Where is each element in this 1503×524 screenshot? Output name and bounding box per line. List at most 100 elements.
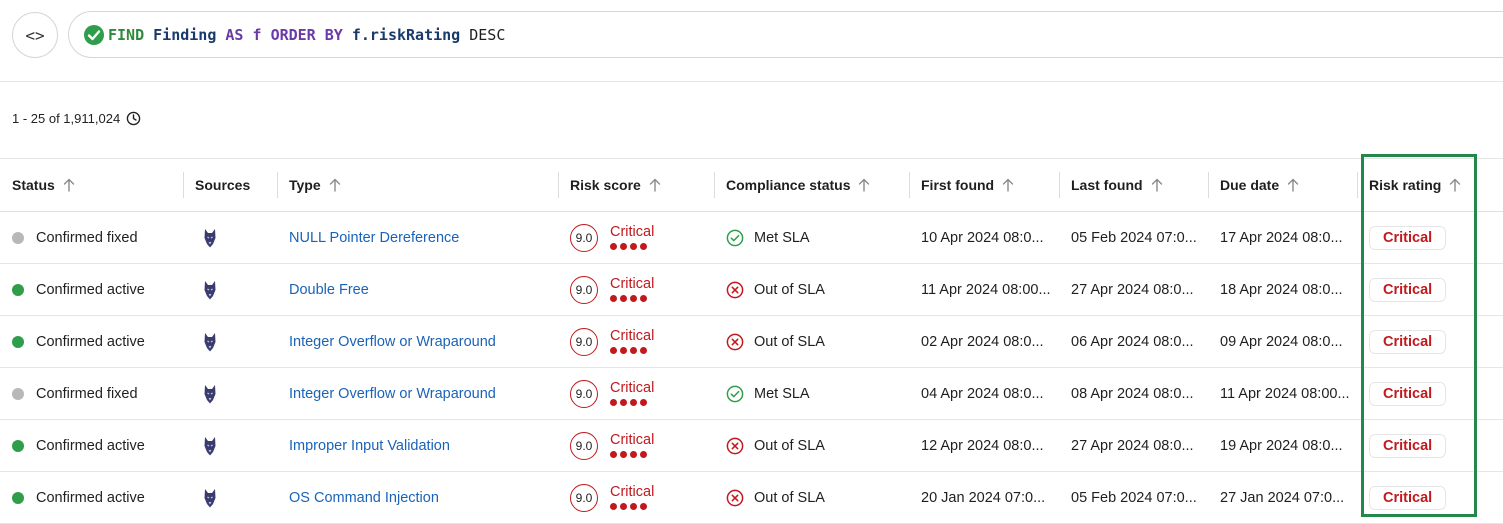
- wolf-head-icon[interactable]: [203, 435, 217, 457]
- risk-score-severity: Critical: [610, 381, 654, 406]
- column-header-last_found[interactable]: Last found: [1059, 159, 1208, 212]
- sources-cell: [183, 420, 277, 472]
- severity-dot: [610, 398, 617, 406]
- risk-score-value: 9.0: [570, 327, 598, 356]
- severity-dot: [610, 502, 617, 510]
- column-header-content: Risk score: [570, 177, 661, 193]
- column-divider[interactable]: [277, 172, 278, 198]
- risk-score-severity: Critical: [610, 433, 654, 458]
- column-header-compliance[interactable]: Compliance status: [714, 159, 909, 212]
- first-found-cell: 11 Apr 2024 08:00...: [909, 264, 1059, 316]
- query-input[interactable]: FIND Finding AS f ORDER BY f.riskRating …: [68, 11, 1503, 58]
- sort-arrow-up-icon[interactable]: [1151, 178, 1163, 192]
- column-header-content: Compliance status: [726, 177, 870, 193]
- check-circle-icon: [726, 229, 744, 246]
- risk-rating-cell: Critical: [1357, 368, 1503, 420]
- finding-type-link[interactable]: Double Free: [289, 282, 369, 298]
- first-found-cell: 02 Apr 2024 08:0...: [909, 316, 1059, 368]
- status-dot-icon: [12, 283, 24, 296]
- status-content: Confirmed active: [12, 334, 183, 350]
- table-row[interactable]: Confirmed active Double Free 9.0 Critical Ou…: [0, 264, 1503, 316]
- compliance-cell: Out of SLA: [714, 316, 909, 368]
- table-row[interactable]: Confirmed active Improper Input Validatio…: [0, 420, 1503, 472]
- sort-arrow-up-icon[interactable]: [649, 178, 661, 192]
- column-divider[interactable]: [1208, 172, 1209, 198]
- query-token: f.riskRating: [351, 25, 461, 44]
- table-row[interactable]: Confirmed fixed NULL Pointer Dereference 9…: [0, 212, 1503, 264]
- severity-dot: [630, 242, 637, 250]
- finding-type-link[interactable]: OS Command Injection: [289, 490, 439, 506]
- wolf-head-icon[interactable]: [203, 331, 217, 353]
- compliance-status: Met SLA: [726, 229, 909, 247]
- table-row[interactable]: Confirmed active Integer Overflow or Wrap…: [0, 316, 1503, 368]
- query-token: ORDER: [270, 25, 316, 44]
- column-divider[interactable]: [909, 172, 910, 198]
- severity-dot: [620, 242, 627, 250]
- severity-dots-icon: [610, 398, 654, 406]
- column-header-status[interactable]: Status: [0, 159, 183, 212]
- column-header-due_date[interactable]: Due date: [1208, 159, 1357, 212]
- column-divider[interactable]: [558, 172, 559, 198]
- query-space: [316, 26, 325, 44]
- risk-score: 9.0 Critical: [570, 483, 714, 512]
- column-divider[interactable]: [1357, 172, 1358, 198]
- finding-type-link[interactable]: Integer Overflow or Wraparound: [289, 334, 496, 350]
- status-dot-icon: [12, 335, 24, 348]
- due-date-cell: 11 Apr 2024 08:00...: [1208, 368, 1357, 420]
- column-divider[interactable]: [714, 172, 715, 198]
- sort-arrow-up-icon[interactable]: [1449, 178, 1461, 192]
- type-cell: Improper Input Validation: [277, 420, 558, 472]
- wolf-head-icon[interactable]: [203, 227, 217, 249]
- first-found-date: 12 Apr 2024 08:0...: [921, 437, 1044, 454]
- column-header-content: Sources: [195, 177, 250, 193]
- sources-cell: [183, 472, 277, 524]
- sort-arrow-up-icon[interactable]: [858, 178, 870, 192]
- column-header-risk_score[interactable]: Risk score: [558, 159, 714, 212]
- sort-arrow-up-icon[interactable]: [1287, 178, 1299, 192]
- code-toggle-button[interactable]: <>: [12, 12, 58, 58]
- table-row[interactable]: Confirmed fixed Integer Overflow or Wrapa…: [0, 368, 1503, 420]
- severity-dot: [640, 450, 647, 458]
- query-space: [262, 26, 271, 44]
- query-token: AS: [225, 25, 244, 44]
- compliance-cell: Out of SLA: [714, 264, 909, 316]
- table-row[interactable]: Confirmed active OS Command Injection 9.0 C…: [0, 472, 1503, 524]
- status-text: Confirmed fixed: [36, 229, 138, 246]
- wolf-head-icon[interactable]: [203, 487, 217, 509]
- column-header-first_found[interactable]: First found: [909, 159, 1059, 212]
- severity-dot: [610, 450, 617, 458]
- sort-arrow-up-icon[interactable]: [1002, 178, 1014, 192]
- severity-dot: [630, 502, 637, 510]
- sort-arrow-up-icon[interactable]: [329, 178, 341, 192]
- column-header-content: Status: [12, 177, 75, 193]
- query-token: f: [252, 25, 262, 44]
- clock-icon[interactable]: [126, 111, 141, 126]
- wolf-head-icon[interactable]: [203, 383, 217, 405]
- divider: [0, 81, 1503, 82]
- status-content: Confirmed fixed: [12, 386, 183, 402]
- status-text: Confirmed active: [36, 281, 145, 298]
- sort-arrow-up-icon[interactable]: [63, 178, 75, 192]
- column-header-label: First found: [921, 177, 995, 193]
- risk-score-cell: 9.0 Critical: [558, 368, 714, 420]
- due-date-cell: 18 Apr 2024 08:0...: [1208, 264, 1357, 316]
- severity-dot: [640, 242, 647, 250]
- finding-type-link[interactable]: Improper Input Validation: [289, 438, 450, 454]
- severity-dots-icon: [610, 502, 654, 510]
- column-header-content: First found: [921, 177, 1014, 193]
- check-circle-icon: [726, 385, 744, 402]
- column-divider[interactable]: [183, 172, 184, 198]
- column-header-content: Due date: [1220, 177, 1299, 193]
- column-header-risk_rating[interactable]: Risk rating: [1357, 159, 1503, 212]
- query-token: FIND: [108, 25, 145, 44]
- severity-dot: [630, 346, 637, 354]
- risk-rating-badge: Critical: [1369, 225, 1447, 250]
- severity-dot: [630, 398, 637, 406]
- finding-type-link[interactable]: Integer Overflow or Wraparound: [289, 386, 496, 402]
- finding-type-link[interactable]: NULL Pointer Dereference: [289, 230, 459, 246]
- result-count: 1 - 25 of 1,911,024: [12, 111, 141, 126]
- column-header-type[interactable]: Type: [277, 159, 558, 212]
- wolf-head-icon[interactable]: [203, 279, 217, 301]
- column-divider[interactable]: [1059, 172, 1060, 198]
- query-token: Finding: [153, 25, 217, 44]
